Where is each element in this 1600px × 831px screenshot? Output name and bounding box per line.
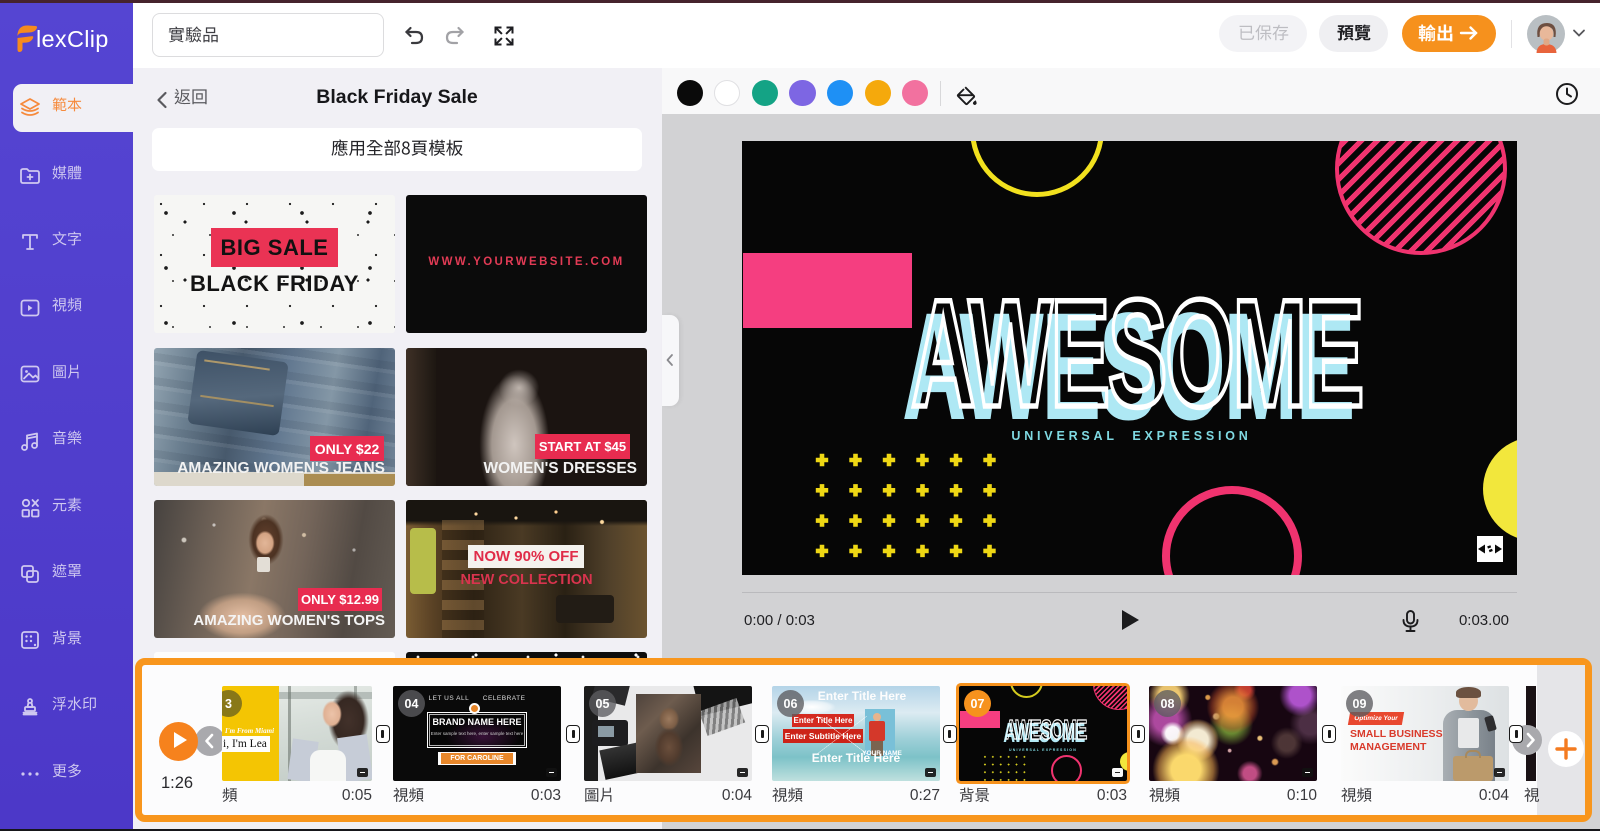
svg-text:lexClip: lexClip <box>36 26 109 52</box>
